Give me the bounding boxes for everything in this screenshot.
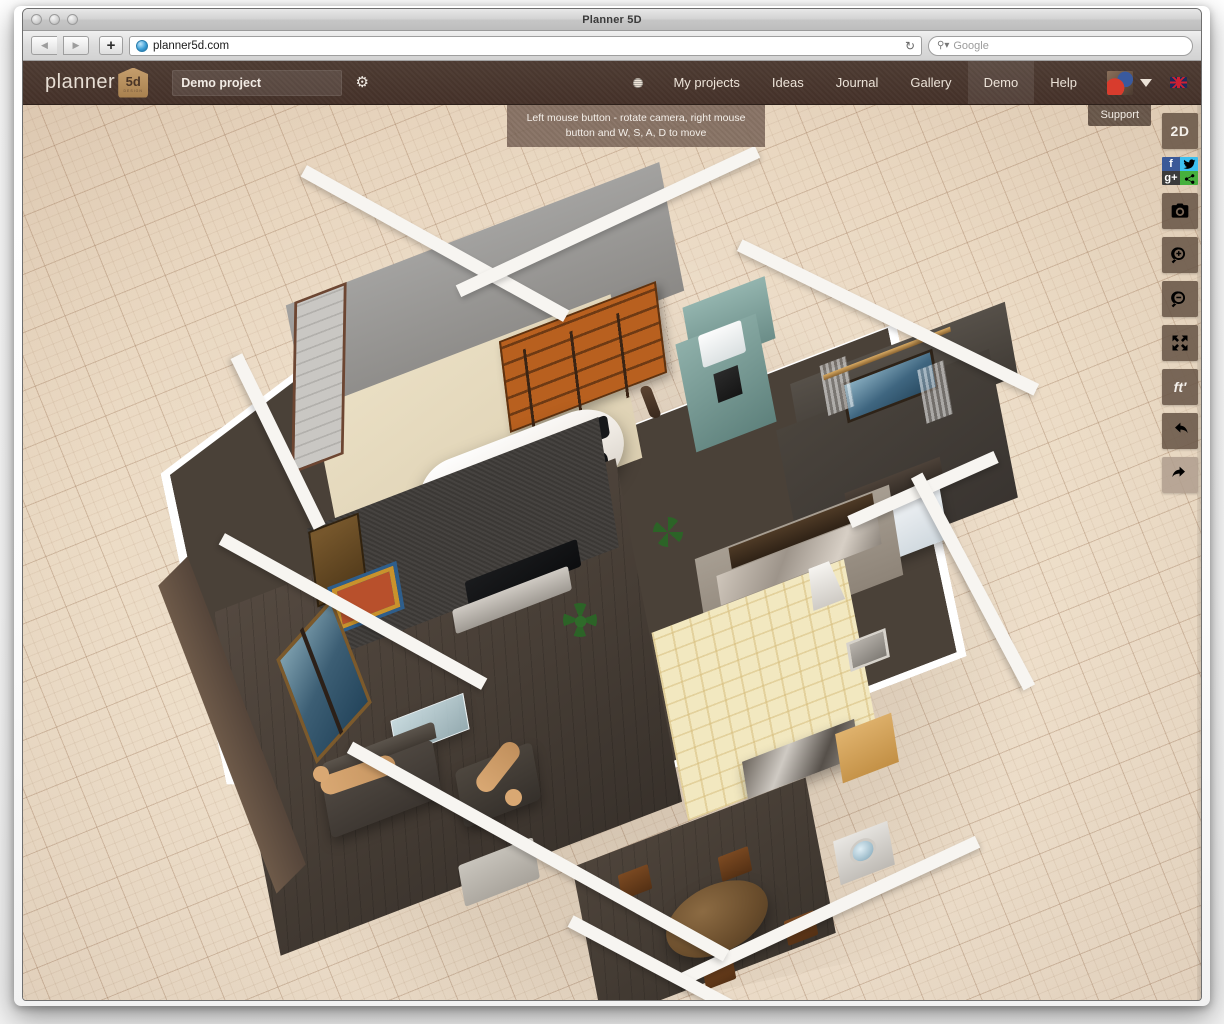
- facebook-icon[interactable]: f: [1162, 157, 1180, 171]
- avatar[interactable]: [1107, 71, 1133, 95]
- project-name-field[interactable]: Demo project: [172, 70, 342, 96]
- share-icon[interactable]: [1180, 171, 1198, 185]
- nav-item-my-projects[interactable]: My projects: [657, 61, 755, 104]
- menu-dot-icon[interactable]: [633, 78, 643, 88]
- search-placeholder: Google: [953, 40, 988, 52]
- house-model[interactable]: [23, 105, 1202, 1001]
- zoom-out-icon[interactable]: [1162, 281, 1198, 317]
- nav-item-gallery[interactable]: Gallery: [894, 61, 967, 104]
- new-tab-button[interactable]: +: [99, 36, 123, 55]
- close-button[interactable]: [31, 14, 42, 25]
- gear-icon[interactable]: ⚙: [354, 75, 370, 91]
- address-bar[interactable]: planner5d.com ↻: [129, 36, 922, 56]
- redo-icon[interactable]: [1162, 457, 1198, 493]
- planner5d-logo[interactable]: planner 5d DESIGN: [45, 68, 148, 98]
- window-title: Planner 5D: [582, 14, 641, 26]
- browser-toolbar: ◀ ▶ + planner5d.com ↻ ⚲▾ Google: [23, 31, 1201, 61]
- site-favicon-icon: [136, 40, 148, 52]
- design-canvas-3d[interactable]: [23, 105, 1202, 1001]
- undo-icon[interactable]: [1162, 413, 1198, 449]
- screenshot-icon[interactable]: [1162, 193, 1198, 229]
- twitter-icon[interactable]: [1180, 157, 1198, 171]
- units-toggle-button[interactable]: ft′: [1162, 369, 1198, 405]
- mannequin-head: [505, 789, 522, 806]
- fullscreen-icon[interactable]: [1162, 325, 1198, 361]
- app-header: planner 5d DESIGN Demo project ⚙ My proj…: [23, 61, 1202, 105]
- view-toolbar: 2D f g+: [1157, 113, 1202, 501]
- desktop-backdrop: Planner 5D ◀ ▶ + planner5d.com ↻ ⚲▾ Goog…: [0, 0, 1224, 1024]
- toggle-2d-button[interactable]: 2D: [1162, 113, 1198, 149]
- zoom-button[interactable]: [67, 14, 78, 25]
- nav-item-demo[interactable]: Demo: [968, 61, 1035, 104]
- reload-icon[interactable]: ↻: [905, 39, 915, 53]
- chevron-down-icon[interactable]: [1140, 79, 1152, 87]
- logo-wordmark: planner: [45, 71, 115, 94]
- nav-item-ideas[interactable]: Ideas: [756, 61, 820, 104]
- search-box[interactable]: ⚲▾ Google: [928, 36, 1193, 56]
- garage-figure[interactable]: [639, 385, 662, 419]
- logo-badge-icon: 5d DESIGN: [118, 68, 148, 98]
- project-name-text: Demo project: [181, 76, 261, 90]
- zoom-in-icon[interactable]: [1162, 237, 1198, 273]
- window-traffic-lights[interactable]: [31, 14, 78, 25]
- google-plus-icon[interactable]: g+: [1162, 171, 1180, 185]
- minimize-button[interactable]: [49, 14, 60, 25]
- garage-door[interactable]: [291, 282, 346, 474]
- nav-item-journal[interactable]: Journal: [820, 61, 895, 104]
- search-icon: ⚲▾: [937, 40, 949, 51]
- back-button[interactable]: ◀: [31, 36, 57, 55]
- nav-item-help[interactable]: Help: [1034, 61, 1093, 104]
- language-flag-icon[interactable]: [1170, 77, 1187, 88]
- main-nav: My projects Ideas Journal Gallery Demo H…: [627, 61, 1202, 104]
- planner5d-app: planner 5d DESIGN Demo project ⚙ My proj…: [23, 61, 1202, 1001]
- window-titlebar: Planner 5D: [23, 9, 1201, 31]
- camera-controls-tooltip: Left mouse button - rotate camera, right…: [507, 105, 765, 147]
- forward-button[interactable]: ▶: [63, 36, 89, 55]
- support-tab[interactable]: Support: [1088, 105, 1151, 126]
- social-share-buttons[interactable]: f g+: [1162, 157, 1198, 185]
- logo-badge-subtext: DESIGN: [124, 89, 143, 93]
- logo-badge-text: 5d: [126, 75, 141, 88]
- url-text: planner5d.com: [153, 40, 229, 52]
- browser-window: Planner 5D ◀ ▶ + planner5d.com ↻ ⚲▾ Goog…: [22, 8, 1202, 1001]
